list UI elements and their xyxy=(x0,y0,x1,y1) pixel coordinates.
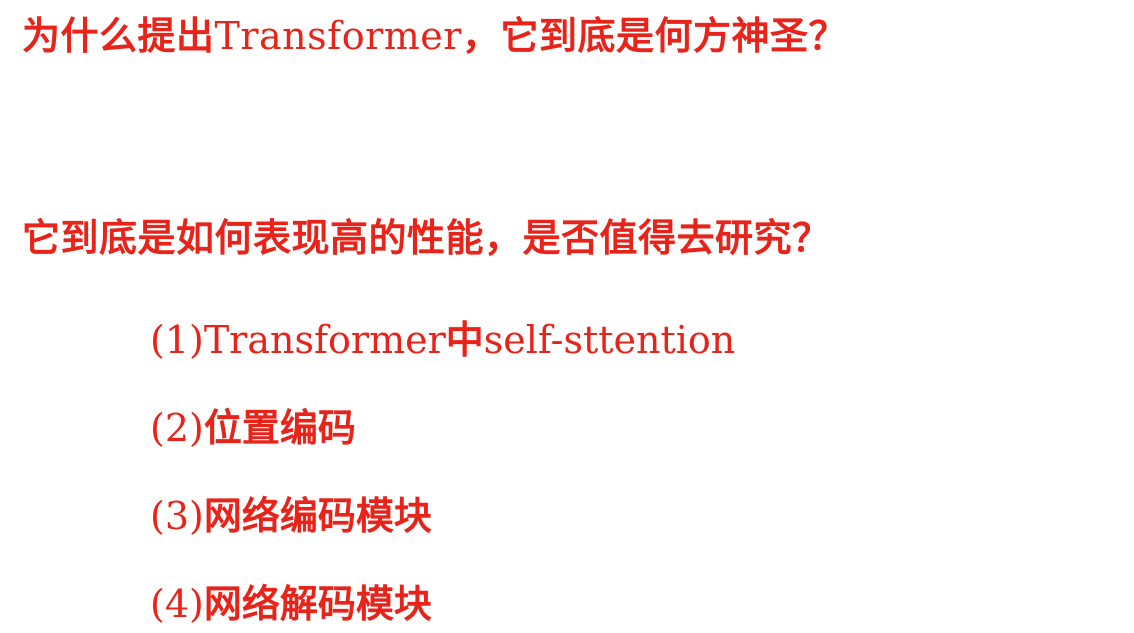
list-item-2: (2)位置编码 xyxy=(150,406,735,450)
question-heading-1: 为什么提出Transformer，它到底是何方神圣？ xyxy=(22,14,847,58)
list-item-number: (2) xyxy=(150,406,204,450)
list-item-number: (4) xyxy=(150,582,204,626)
slide: 为什么提出Transformer，它到底是何方神圣？ 它到底是如何表现高的性能，… xyxy=(0,0,1134,633)
list-item-number: (3) xyxy=(150,494,204,538)
list-item-1: (1)Transformer中self-sttention xyxy=(150,318,735,362)
question-1-part-c: ，它到底是何方神圣？ xyxy=(461,14,847,58)
question-1-part-b: Transformer xyxy=(214,14,462,58)
list-item-number: (1) xyxy=(150,318,204,362)
list-item-text: 网络解码模块 xyxy=(203,582,432,626)
question-heading-2: 它到底是如何表现高的性能，是否值得去研究？ xyxy=(22,216,831,260)
list-item-text: 位置编码 xyxy=(203,406,356,450)
list-item-4: (4)网络解码模块 xyxy=(150,582,735,626)
list-item-3: (3)网络编码模块 xyxy=(150,494,735,538)
list-item-text-c: self-sttention xyxy=(483,318,736,362)
topic-list: (1)Transformer中self-sttention (2)位置编码 (3… xyxy=(150,318,735,626)
list-item-text-b: 中 xyxy=(445,318,484,362)
list-item-text-a: Transformer xyxy=(203,318,446,362)
question-1-part-a: 为什么提出 xyxy=(22,14,215,58)
list-item-text: 网络编码模块 xyxy=(203,494,432,538)
